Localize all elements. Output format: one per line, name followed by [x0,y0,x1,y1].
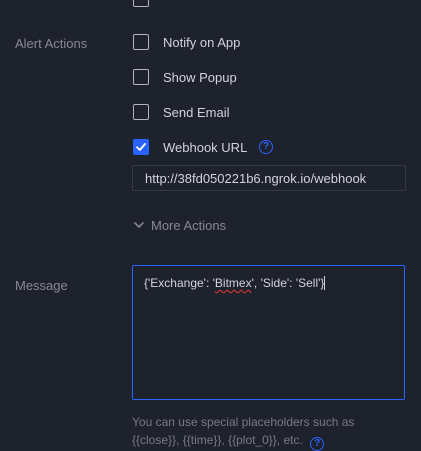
placeholders-hint: You can use special placeholders such as… [132,413,354,451]
message-textarea[interactable]: {'Exchange': 'Bitmex', 'Side': 'Sell'} [132,265,405,400]
message-text-misspelled: Bitmex [214,276,252,290]
message-text-prefix: {'Exchange': ' [144,276,215,290]
webhook-url-checkbox[interactable] [133,139,149,155]
webhook-url-label[interactable]: Webhook URL [163,140,247,155]
checkmark-icon [136,143,146,151]
show-popup-checkbox[interactable] [133,69,149,85]
placeholders-help-icon[interactable]: ? [310,437,325,451]
send-email-label[interactable]: Send Email [163,105,229,120]
message-label: Message [15,278,68,293]
more-actions-label: More Actions [151,218,227,233]
webhook-url-input[interactable] [132,165,406,191]
hint-line-2: {{close}}, {{time}}, {{plot_0}}, etc. ? [132,431,354,451]
notify-on-app-label[interactable]: Notify on App [163,35,240,50]
text-caret [324,276,326,290]
previous-option-checkbox[interactable] [133,0,149,7]
more-actions-toggle[interactable]: More Actions [133,218,226,233]
question-circle-icon[interactable]: ? [259,140,273,154]
message-text-suffix: ', 'Side': 'Sell'} [251,276,325,290]
alert-actions-label: Alert Actions [15,36,88,51]
send-email-checkbox[interactable] [133,104,149,120]
chevron-down-icon [134,222,144,228]
hint-line-1: You can use special placeholders such as [132,415,355,429]
show-popup-label[interactable]: Show Popup [163,70,237,85]
notify-on-app-checkbox[interactable] [133,34,149,50]
